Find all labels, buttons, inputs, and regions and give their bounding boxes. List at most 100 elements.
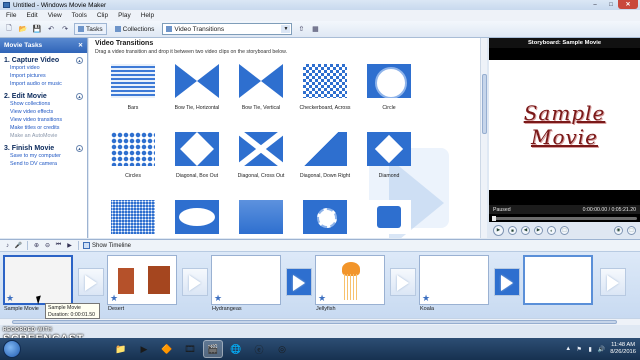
collapse-icon[interactable]: ▲ <box>76 145 83 152</box>
task-show-collections[interactable]: Show collections <box>0 101 87 109</box>
split-clip-icon[interactable]: ◐ <box>547 225 556 235</box>
save-project-icon[interactable]: 💾 <box>32 24 42 34</box>
collapse-icon[interactable]: ▲ <box>76 57 83 64</box>
movie-maker-app-icon[interactable] <box>3 2 10 8</box>
task-view-video-effects[interactable]: View video effects <box>0 109 87 117</box>
collection-select[interactable]: Video Transitions ▼ <box>162 23 293 35</box>
transition-filmage[interactable] <box>293 200 357 234</box>
clock[interactable]: 11:48 AM 8/26/2016 <box>610 342 636 356</box>
chrome-icon[interactable]: 🌐 <box>226 340 246 358</box>
transition-diamond[interactable]: Diamond <box>357 132 421 179</box>
minimize-button[interactable]: – <box>588 0 602 9</box>
task-send-to-dv-camera[interactable]: Send to DV camera <box>0 161 87 169</box>
collections-button[interactable]: Collections <box>111 23 159 35</box>
menu-file[interactable]: File <box>6 12 16 19</box>
media-player-icon[interactable]: ▶ <box>134 340 154 358</box>
tray-arrow-icon[interactable]: ▲ <box>564 345 572 353</box>
ie-icon[interactable]: ⓔ <box>249 340 269 358</box>
show-timeline-button[interactable]: Show Timeline <box>83 242 131 249</box>
new-project-icon[interactable]: 🗋 <box>4 24 14 34</box>
transitions-scrollbar[interactable] <box>480 38 487 238</box>
scrollbar-thumb[interactable] <box>12 320 617 324</box>
storyboard-scrollbar[interactable] <box>0 318 640 325</box>
previous-frame-icon[interactable]: ◀ <box>521 225 530 235</box>
transition-fade[interactable] <box>229 200 293 234</box>
menu-help[interactable]: Help <box>141 12 154 19</box>
task-import-audio[interactable]: Import audio or music <box>0 81 87 89</box>
flag-icon[interactable]: ⚑ <box>575 345 583 353</box>
stop-icon[interactable]: ■ <box>508 225 517 235</box>
transition-circles[interactable]: Circles <box>101 132 165 179</box>
transition-diagonal-cross-out[interactable]: Diagonal, Cross Out <box>229 132 293 179</box>
section-capture-video[interactable]: 1. Capture Video ▲ <box>0 53 87 65</box>
volume-icon[interactable]: 🔊 <box>597 345 605 353</box>
transition-diagonal-down-right[interactable]: Diagonal, Down Right <box>293 132 357 179</box>
transition-flip[interactable] <box>357 200 421 234</box>
transition-diagonal-box-out[interactable]: Diagonal, Box Out <box>165 132 229 179</box>
network-icon[interactable]: ▮ <box>586 345 594 353</box>
vlc-icon[interactable]: 🔶 <box>157 340 177 358</box>
clip-empty-slot[interactable] <box>523 255 595 311</box>
transition-bow-tie-vertical[interactable]: Bow Tie, Vertical <box>229 64 293 111</box>
close-button[interactable]: ✕ <box>618 0 638 9</box>
task-import-video[interactable]: Import video <box>0 65 87 73</box>
menu-play[interactable]: Play <box>118 12 131 19</box>
task-save-to-computer[interactable]: Save to my computer <box>0 153 87 161</box>
zoom-in-icon[interactable]: ⊕ <box>32 241 41 250</box>
transition-eye[interactable] <box>165 200 229 234</box>
menu-view[interactable]: View <box>48 12 62 19</box>
views-icon[interactable]: ▦ <box>310 24 320 34</box>
take-picture-icon[interactable]: ◉ <box>614 225 623 235</box>
undo-icon[interactable]: ↶ <box>46 24 56 34</box>
task-view-video-transitions[interactable]: View video transitions <box>0 117 87 125</box>
chevron-down-icon[interactable]: ▼ <box>281 25 291 33</box>
maximize-monitor-icon[interactable]: ⬚ <box>627 225 636 235</box>
film-icon[interactable]: 🎞 <box>180 340 200 358</box>
transition-slot-filled[interactable] <box>286 268 312 296</box>
tasks-button[interactable]: Tasks <box>74 23 107 35</box>
zoom-out-icon[interactable]: ⊖ <box>43 241 52 250</box>
menu-edit[interactable]: Edit <box>26 12 37 19</box>
transition-circle[interactable]: Circle <box>357 64 421 111</box>
rewind-icon[interactable]: ⏮ <box>54 241 63 250</box>
up-one-level-icon[interactable]: ⇧ <box>296 24 306 34</box>
effect-star-icon[interactable]: ★ <box>6 294 15 303</box>
effect-star-icon[interactable]: ★ <box>110 294 119 303</box>
start-button[interactable] <box>3 340 21 358</box>
set-audio-levels-icon[interactable]: ♪ <box>3 241 12 250</box>
maximize-button[interactable]: □ <box>604 0 618 9</box>
clip-koala[interactable]: ★ Koala <box>419 255 491 312</box>
transition-slot[interactable] <box>78 268 104 296</box>
redo-icon[interactable]: ↷ <box>60 24 70 34</box>
menu-tools[interactable]: Tools <box>72 12 87 19</box>
effect-star-icon[interactable]: ★ <box>318 294 327 303</box>
next-frame-icon[interactable]: ▶ <box>534 225 543 235</box>
seek-bar[interactable] <box>492 216 637 221</box>
transition-checkerboard-across[interactable]: Checkerboard, Across <box>293 64 357 111</box>
transition-bow-tie-horizontal[interactable]: Bow Tie, Horizontal <box>165 64 229 111</box>
transition-bars[interactable]: Bars <box>101 64 165 111</box>
section-edit-movie[interactable]: 2. Edit Movie ▲ <box>0 89 87 101</box>
effect-star-icon[interactable]: ★ <box>214 294 223 303</box>
menu-clip[interactable]: Clip <box>97 12 108 19</box>
open-project-icon[interactable]: 📂 <box>18 24 28 34</box>
fullscreen-icon[interactable]: ⬚ <box>560 225 569 235</box>
rec-icon[interactable]: ◎ <box>272 340 292 358</box>
video-preview[interactable]: Sample Movie <box>489 48 640 202</box>
clip-hydrangeas[interactable]: ★ Hydrangeas <box>211 255 283 312</box>
task-import-pictures[interactable]: Import pictures <box>0 73 87 81</box>
section-finish-movie[interactable]: 3. Finish Movie ▲ <box>0 141 87 153</box>
scrollbar-thumb[interactable] <box>482 74 487 134</box>
transition-slot[interactable] <box>390 268 416 296</box>
folder-icon[interactable]: 📁 <box>111 340 131 358</box>
transition-slot[interactable] <box>600 268 626 296</box>
task-make-titles[interactable]: Make titles or credits <box>0 125 87 133</box>
play-icon[interactable]: ▶ <box>493 224 504 236</box>
movie-maker-icon[interactable]: 🎬 <box>203 340 223 358</box>
play-storyboard-icon[interactable]: ▶ <box>65 241 74 250</box>
transition-dissolve[interactable] <box>101 200 165 234</box>
seek-handle[interactable] <box>492 216 496 221</box>
clip-jellyfish[interactable]: ★ Jellyfish <box>315 255 387 312</box>
transition-slot-filled[interactable] <box>494 268 520 296</box>
effect-star-icon[interactable]: ★ <box>422 294 431 303</box>
